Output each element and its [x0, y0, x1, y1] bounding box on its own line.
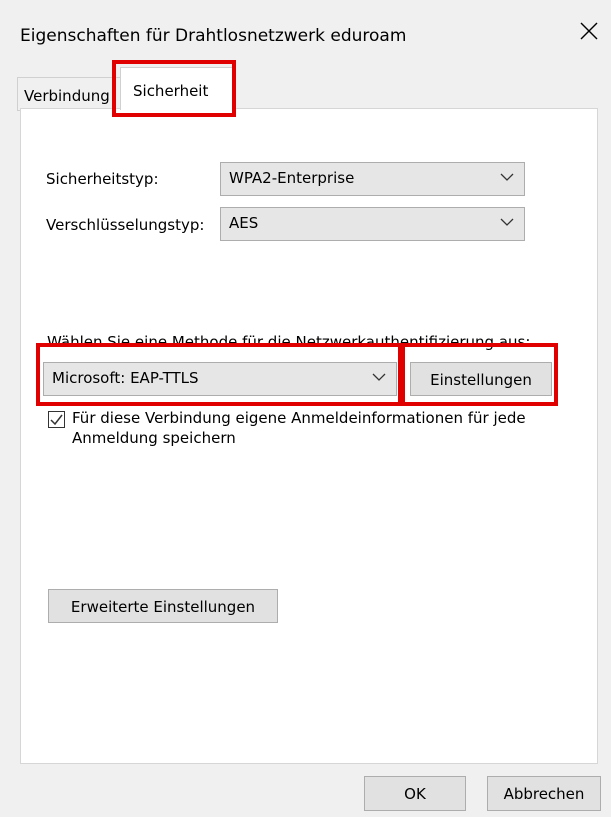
auth-method-label: Wählen Sie eine Methode für die Netzwerk…	[47, 333, 531, 351]
encryption-type-value: AES	[229, 214, 259, 232]
encryption-type-select[interactable]: AES	[220, 207, 525, 241]
cancel-button-label: Abbrechen	[503, 785, 585, 803]
remember-credentials-checkbox[interactable]	[48, 411, 65, 428]
security-type-value: WPA2-Enterprise	[229, 169, 355, 187]
tab-sicherheit-label: Sicherheit	[133, 82, 209, 100]
chevron-down-icon	[500, 173, 514, 181]
tab-verbindung[interactable]: Verbindung	[17, 77, 130, 111]
auth-settings-button-label: Einstellungen	[430, 371, 532, 389]
advanced-settings-button[interactable]: Erweiterte Einstellungen	[48, 589, 278, 623]
auth-settings-button[interactable]: Einstellungen	[410, 362, 552, 396]
close-icon[interactable]	[578, 20, 600, 42]
chevron-down-icon	[372, 373, 386, 381]
chevron-down-icon	[500, 218, 514, 226]
remember-credentials-label: Für diese Verbindung eigene Anmeldeinfor…	[72, 409, 526, 447]
tab-sicherheit[interactable]: Sicherheit	[120, 67, 233, 110]
security-type-label: Sicherheitstyp:	[46, 170, 159, 188]
security-type-select[interactable]: WPA2-Enterprise	[220, 162, 525, 196]
cancel-button[interactable]: Abbrechen	[487, 776, 601, 811]
ok-button-label: OK	[404, 785, 426, 803]
encryption-type-label: Verschlüsselungstyp:	[46, 216, 205, 234]
window-title: Eigenschaften für Drahtlosnetzwerk eduro…	[20, 26, 407, 46]
auth-method-value: Microsoft: EAP-TTLS	[52, 369, 199, 387]
tab-verbindung-label: Verbindung	[24, 87, 110, 105]
advanced-settings-button-label: Erweiterte Einstellungen	[70, 598, 256, 616]
checkmark-icon	[50, 414, 63, 426]
ok-button[interactable]: OK	[364, 776, 466, 811]
auth-method-select[interactable]: Microsoft: EAP-TTLS	[43, 362, 397, 396]
